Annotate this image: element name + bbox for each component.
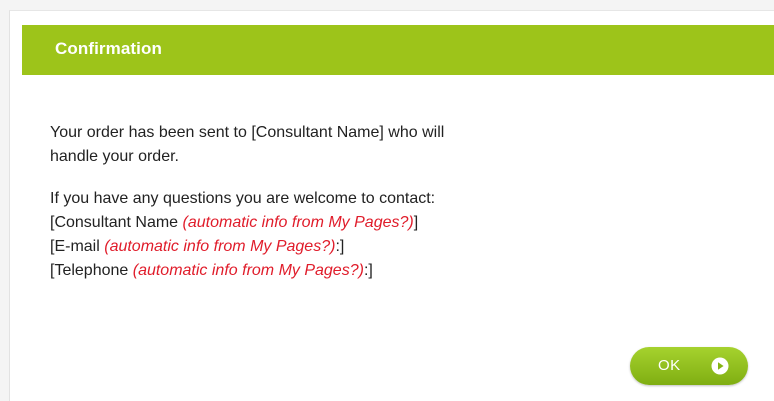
dialog-title: Confirmation bbox=[55, 39, 162, 58]
page-background: Confirmation Your order has been sent to… bbox=[0, 0, 774, 401]
ok-button-label: OK bbox=[658, 357, 681, 374]
order-sent-message: Your order has been sent to [Consultant … bbox=[50, 121, 690, 169]
consultant-name-suffix: ] bbox=[413, 214, 419, 231]
telephone-prefix: [Telephone bbox=[50, 262, 133, 279]
contact-consultant-line: [Consultant Name (automatic info from My… bbox=[50, 211, 690, 235]
consultant-name-prefix: [Consultant Name bbox=[50, 214, 183, 231]
play-circle-icon bbox=[711, 357, 729, 375]
contact-intro: If you have any questions you are welcom… bbox=[50, 190, 436, 207]
email-suffix: :] bbox=[335, 238, 345, 255]
email-prefix: [E-mail bbox=[50, 238, 105, 255]
contact-telephone-line: [Telephone (automatic info from My Pages… bbox=[50, 259, 690, 283]
confirmation-dialog: Confirmation Your order has been sent to… bbox=[9, 10, 774, 401]
contact-info: If you have any questions you are welcom… bbox=[50, 187, 690, 283]
dialog-body: Your order has been sent to [Consultant … bbox=[50, 121, 690, 283]
order-sent-line-1: Your order has been sent to [Consultant … bbox=[50, 124, 445, 141]
telephone-note: (automatic info from My Pages?) bbox=[132, 262, 364, 279]
order-sent-line-2: handle your order. bbox=[50, 148, 179, 165]
contact-email-line: [E-mail (automatic info from My Pages?):… bbox=[50, 235, 690, 259]
ok-button[interactable]: OK bbox=[630, 347, 748, 385]
email-note: (automatic info from My Pages?) bbox=[104, 238, 336, 255]
dialog-header: Confirmation bbox=[22, 25, 774, 75]
consultant-name-note: (automatic info from My Pages?) bbox=[182, 214, 414, 231]
telephone-suffix: :] bbox=[363, 262, 373, 279]
